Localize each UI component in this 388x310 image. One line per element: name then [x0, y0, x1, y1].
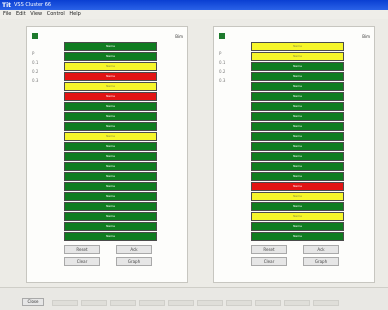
status-indicator-icon	[219, 33, 225, 39]
status-row-green[interactable]: Name	[64, 202, 157, 211]
status-field	[168, 300, 194, 306]
status-row-green[interactable]: Name	[64, 232, 157, 241]
status-row-green[interactable]: Name	[64, 172, 157, 181]
status-row-yellow[interactable]: Name	[64, 82, 157, 91]
channel-label: 0.1	[219, 60, 226, 65]
status-field	[226, 300, 252, 306]
panel-labels: P 0.1 0.2 0.3	[32, 49, 38, 85]
status-row-green[interactable]: Name	[64, 192, 157, 201]
status-row-green[interactable]: Name	[251, 62, 344, 71]
channel-label: P	[219, 51, 222, 56]
reset-button[interactable]: Reset	[64, 245, 100, 254]
status-row-green[interactable]: Name	[251, 132, 344, 141]
status-field	[110, 300, 136, 306]
ack-button[interactable]: Ack	[303, 245, 339, 254]
status-row-yellow[interactable]: Name	[64, 132, 157, 141]
status-row-green[interactable]: Name	[64, 112, 157, 121]
status-field	[52, 300, 78, 306]
status-row-green[interactable]: Name	[64, 212, 157, 221]
status-rows: Name Name Name Name Name Name Name Name Name Name…	[64, 42, 157, 242]
work-area: Bim P 0.1 0.2 0.3 Name Name Name Name Name Name N…	[0, 19, 388, 287]
status-row-green[interactable]: Name	[64, 222, 157, 231]
status-row-green[interactable]: Name	[251, 122, 344, 131]
ack-button[interactable]: Ack	[116, 245, 152, 254]
menu-help[interactable]: Help	[69, 11, 80, 17]
status-field	[255, 300, 281, 306]
status-row-green[interactable]: Name	[251, 142, 344, 151]
status-row-green[interactable]: Name	[64, 182, 157, 191]
status-bar: Close	[0, 287, 388, 310]
status-row-green[interactable]: Name	[251, 92, 344, 101]
status-row-green[interactable]: Name	[64, 152, 157, 161]
status-rows: Name Name Name Name Name Name Name Name Name Name…	[251, 42, 344, 242]
status-row-yellow[interactable]: Name	[64, 62, 157, 71]
graph-button[interactable]: Graph	[116, 257, 152, 266]
graph-button[interactable]: Graph	[303, 257, 339, 266]
menu-control[interactable]: Control	[47, 11, 65, 17]
status-field	[81, 300, 107, 306]
status-row-green[interactable]: Name	[64, 142, 157, 151]
title-bar: Tit VSS Cluster 66	[0, 0, 388, 10]
right-panel: Bim P 0.1 0.2 0.3 Name Name Name Name Name Name N…	[213, 26, 375, 283]
status-row-green[interactable]: Name	[251, 172, 344, 181]
panel-buttons: Reset Ack Clear Graph	[251, 245, 344, 266]
menu-edit[interactable]: Edit	[16, 11, 26, 17]
status-field	[197, 300, 223, 306]
status-row-yellow[interactable]: Name	[251, 212, 344, 221]
status-row-green[interactable]: Name	[64, 102, 157, 111]
panel-labels: P 0.1 0.2 0.3	[219, 49, 225, 85]
status-row-green[interactable]: Name	[64, 42, 157, 51]
status-field	[139, 300, 165, 306]
menu-file[interactable]: File	[3, 11, 11, 17]
status-row-green[interactable]: Name	[64, 52, 157, 61]
menu-view[interactable]: View	[30, 11, 42, 17]
status-row-green[interactable]: Name	[251, 112, 344, 121]
channel-label: 0.3	[219, 78, 226, 83]
status-row-red[interactable]: Name	[64, 72, 157, 81]
close-button[interactable]: Close	[22, 298, 44, 306]
status-field	[313, 300, 339, 306]
status-row-red[interactable]: Name	[64, 92, 157, 101]
status-row-green[interactable]: Name	[251, 232, 344, 241]
status-row-green[interactable]: Name	[251, 162, 344, 171]
status-row-green[interactable]: Name	[251, 82, 344, 91]
window-title: VSS Cluster 66	[14, 2, 52, 8]
status-row-green[interactable]: Name	[251, 102, 344, 111]
status-row-green[interactable]: Name	[251, 202, 344, 211]
menu-bar: File Edit View Control Help	[0, 10, 388, 19]
status-row-red[interactable]: Name	[251, 182, 344, 191]
status-indicator-icon	[32, 33, 38, 39]
status-row-yellow[interactable]: Name	[251, 192, 344, 201]
clear-button[interactable]: Clear	[251, 257, 287, 266]
left-panel: Bim P 0.1 0.2 0.3 Name Name Name Name Name Name N…	[26, 26, 188, 283]
reset-button[interactable]: Reset	[251, 245, 287, 254]
status-row-yellow[interactable]: Name	[251, 42, 344, 51]
status-row-green[interactable]: Name	[251, 152, 344, 161]
channel-label: P	[32, 51, 35, 56]
status-row-green[interactable]: Name	[64, 122, 157, 131]
status-row-green[interactable]: Name	[251, 222, 344, 231]
channel-label: 0.2	[219, 69, 226, 74]
channel-label: 0.1	[32, 60, 39, 65]
status-row-yellow[interactable]: Name	[251, 52, 344, 61]
panel-unit: Bim	[362, 34, 370, 39]
status-row-green[interactable]: Name	[251, 72, 344, 81]
panel-unit: Bim	[175, 34, 183, 39]
channel-label: 0.3	[32, 78, 39, 83]
panel-buttons: Reset Ack Clear Graph	[64, 245, 157, 266]
status-field	[284, 300, 310, 306]
channel-label: 0.2	[32, 69, 39, 74]
clear-button[interactable]: Clear	[64, 257, 100, 266]
status-row-green[interactable]: Name	[64, 162, 157, 171]
status-fields	[52, 300, 339, 306]
